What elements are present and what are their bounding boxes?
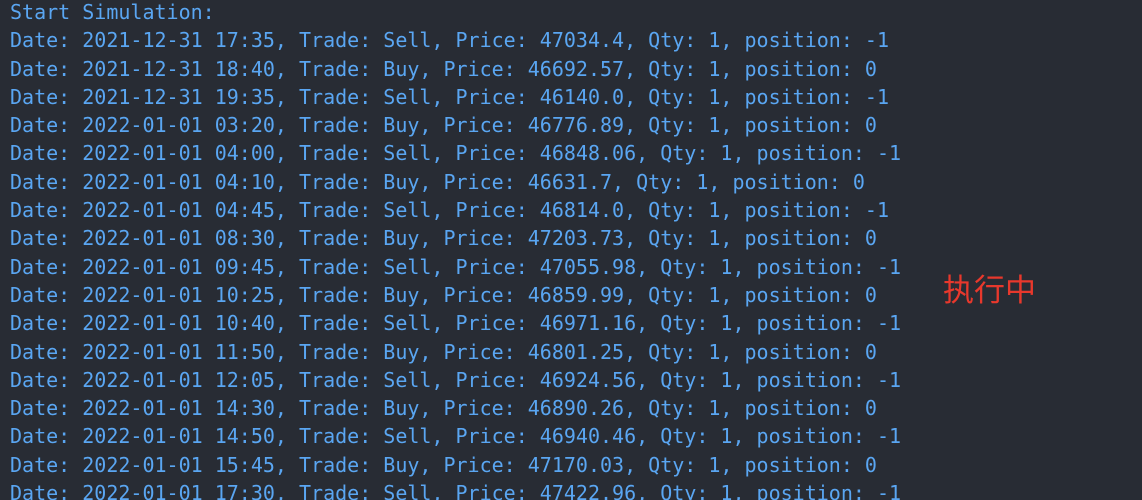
trade-log-line: Date: 2022-01-01 08:30, Trade: Buy, Pric…	[10, 226, 877, 251]
trade-log-line: Date: 2022-01-01 10:40, Trade: Sell, Pri…	[10, 311, 902, 336]
trade-log-line: Date: 2022-01-01 17:30, Trade: Sell, Pri…	[10, 481, 902, 500]
trade-log-line: Date: 2022-01-01 03:20, Trade: Buy, Pric…	[10, 113, 877, 138]
running-status-label: 执行中	[943, 273, 1036, 309]
terminal-window: Start Simulation: Date: 2021-12-31 17:35…	[0, 0, 1142, 500]
trade-log-line: Date: 2021-12-31 17:35, Trade: Sell, Pri…	[10, 28, 889, 53]
trade-log-line: Date: 2022-01-01 15:45, Trade: Buy, Pric…	[10, 452, 877, 477]
trade-log-line: Date: 2022-01-01 04:10, Trade: Buy, Pric…	[10, 169, 865, 194]
trade-log-line: Date: 2021-12-31 18:40, Trade: Buy, Pric…	[10, 56, 877, 81]
trade-log-line: Date: 2022-01-01 14:30, Trade: Buy, Pric…	[10, 396, 877, 421]
trade-log-line: Date: 2022-01-01 04:00, Trade: Sell, Pri…	[10, 141, 902, 166]
trade-log-line: Date: 2022-01-01 09:45, Trade: Sell, Pri…	[10, 254, 902, 279]
simulation-header: Start Simulation:	[10, 0, 215, 24]
trade-log-line: Date: 2022-01-01 11:50, Trade: Buy, Pric…	[10, 339, 877, 364]
trade-log-line: Date: 2022-01-01 10:25, Trade: Buy, Pric…	[10, 282, 877, 307]
terminal-output: Start Simulation: Date: 2021-12-31 17:35…	[10, 0, 901, 500]
trade-log-line: Date: 2022-01-01 04:45, Trade: Sell, Pri…	[10, 198, 889, 223]
trade-log-line: Date: 2022-01-01 12:05, Trade: Sell, Pri…	[10, 367, 902, 392]
trade-log-line: Date: 2021-12-31 19:35, Trade: Sell, Pri…	[10, 84, 889, 109]
trade-log-line: Date: 2022-01-01 14:50, Trade: Sell, Pri…	[10, 424, 902, 449]
